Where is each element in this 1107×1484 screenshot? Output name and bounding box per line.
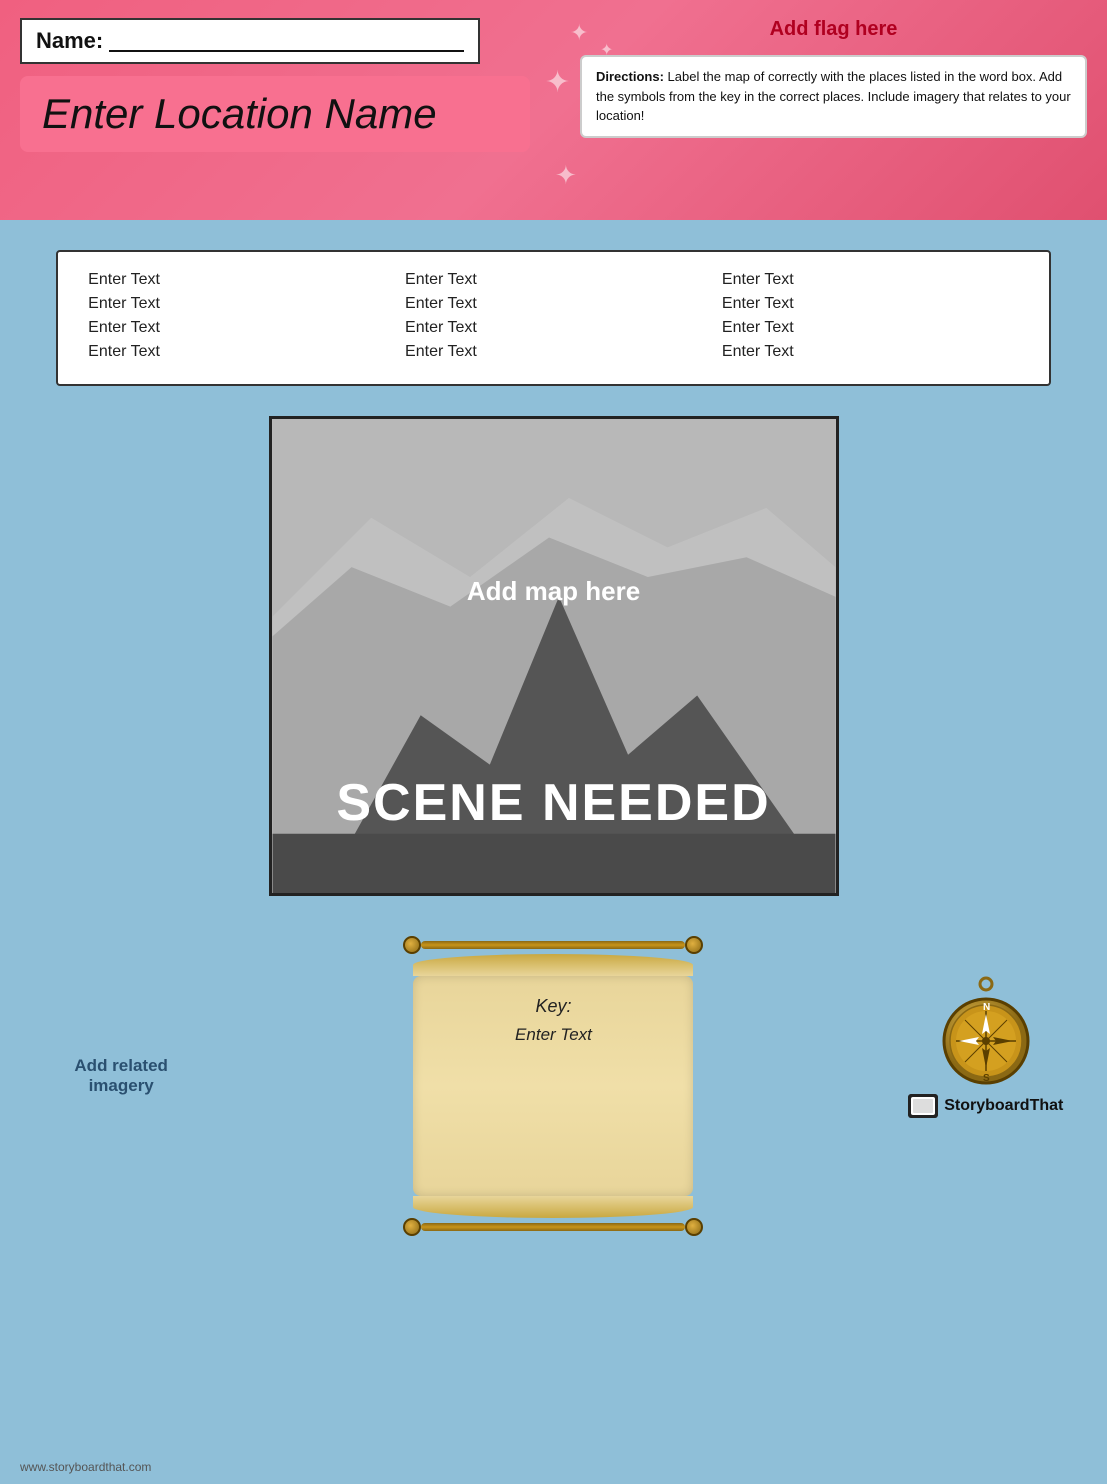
header-right: Add flag here Directions: Label the map … <box>560 0 1107 220</box>
list-item[interactable]: Enter Text <box>88 340 385 364</box>
directions-box: Directions: Label the map of correctly w… <box>580 55 1087 138</box>
list-item[interactable]: Enter Text <box>88 292 385 316</box>
scroll-knob-bottom-right <box>685 1218 703 1236</box>
list-item[interactable]: Enter Text <box>405 292 702 316</box>
list-item[interactable]: Enter Text <box>722 292 1019 316</box>
location-title-box[interactable]: Enter Location Name <box>20 76 530 152</box>
directions-bold: Directions: <box>596 69 664 84</box>
add-flag-label[interactable]: Add flag here <box>580 18 1087 41</box>
name-line <box>109 30 464 52</box>
add-imagery-label[interactable]: Add related imagery <box>56 1056 186 1096</box>
word-box-grid: Enter Text Enter Text Enter Text Enter T… <box>88 268 1019 364</box>
compass-area: N S StoryboardTh <box>921 976 1051 1118</box>
list-item[interactable]: Enter Text <box>722 340 1019 364</box>
scroll-knob-bottom-left <box>403 1218 421 1236</box>
list-item[interactable]: Enter Text <box>405 340 702 364</box>
brand-icon <box>908 1094 938 1118</box>
scene-needed-text: SCENE NEEDED <box>272 773 836 833</box>
list-item[interactable]: Enter Text <box>88 316 385 340</box>
footer: www.storyboardthat.com <box>0 1450 1107 1484</box>
main-content: Enter Text Enter Text Enter Text Enter T… <box>0 220 1107 1450</box>
location-title: Enter Location Name <box>42 90 437 137</box>
scroll-rod-bar-bottom <box>421 1223 685 1231</box>
scroll-knob-right <box>685 936 703 954</box>
word-col-3: Enter Text Enter Text Enter Text Enter T… <box>722 268 1019 364</box>
word-col-1: Enter Text Enter Text Enter Text Enter T… <box>88 268 385 364</box>
word-col-2: Enter Text Enter Text Enter Text Enter T… <box>405 268 702 364</box>
storyboard-brand: StoryboardThat <box>908 1094 1063 1118</box>
header-left: Name: Enter Location Name <box>0 0 560 220</box>
svg-text:N: N <box>983 1002 990 1013</box>
scroll-enter-text: Enter Text <box>431 1025 675 1045</box>
scroll-rod-bar-top <box>421 941 685 949</box>
add-map-text: Add map here <box>272 576 836 607</box>
scroll-curl-top <box>413 954 693 976</box>
scroll-container: Key: Enter Text <box>393 936 713 1236</box>
map-scene: Add map here SCENE NEEDED <box>272 419 836 893</box>
svg-text:S: S <box>983 1073 990 1084</box>
list-item[interactable]: Enter Text <box>88 268 385 292</box>
bottom-row: Add related imagery Key: Enter Text <box>56 936 1051 1236</box>
scroll-rod-bottom <box>403 1218 703 1236</box>
list-item[interactable]: Enter Text <box>722 268 1019 292</box>
header: ✦ ✦ ✦ ✦ ✦ Name: Enter Location Name Add … <box>0 0 1107 220</box>
scroll-key-label: Key: <box>431 996 675 1017</box>
footer-website: www.storyboardthat.com <box>20 1460 151 1474</box>
scroll-rod-top <box>403 936 703 954</box>
list-item[interactable]: Enter Text <box>405 268 702 292</box>
compass-icon: N S <box>931 976 1041 1086</box>
scroll-body[interactable]: Key: Enter Text <box>413 976 693 1196</box>
word-box: Enter Text Enter Text Enter Text Enter T… <box>56 250 1051 386</box>
scroll-curl-bottom <box>413 1196 693 1218</box>
directions-text: Label the map of correctly with the plac… <box>596 69 1071 123</box>
list-item[interactable]: Enter Text <box>722 316 1019 340</box>
name-bar: Name: <box>20 18 480 64</box>
map-container[interactable]: Add map here SCENE NEEDED <box>269 416 839 896</box>
brand-name: StoryboardThat <box>944 1097 1063 1115</box>
name-label: Name: <box>36 28 103 54</box>
scroll-knob-left <box>403 936 421 954</box>
list-item[interactable]: Enter Text <box>405 316 702 340</box>
